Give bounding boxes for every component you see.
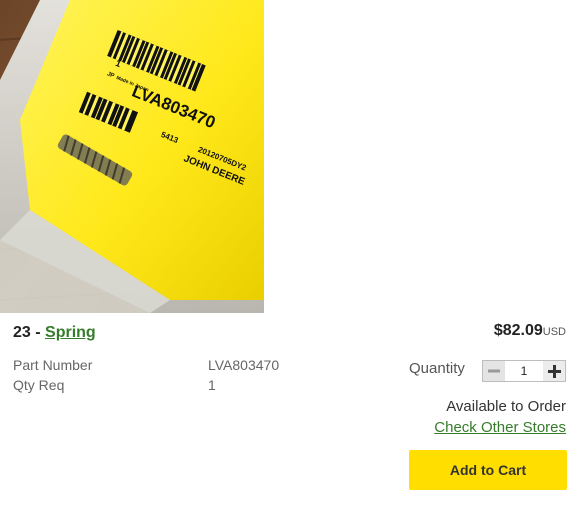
spec-label: Qty Req bbox=[13, 377, 65, 393]
spec-value: LVA803470 bbox=[208, 357, 280, 373]
plus-icon bbox=[547, 364, 561, 378]
check-other-stores-link[interactable]: Check Other Stores bbox=[434, 419, 566, 436]
increase-quantity-button[interactable] bbox=[543, 361, 565, 381]
price-amount: $82.09 bbox=[493, 322, 543, 339]
spec-value: 1 bbox=[208, 377, 216, 393]
minus-icon bbox=[488, 369, 500, 373]
quantity-stepper bbox=[482, 360, 566, 382]
spec-label: Part Number bbox=[13, 357, 93, 373]
availability-status: Available to Order bbox=[446, 398, 566, 415]
product-image[interactable]: 1 JP Made in Japan LVA803470 5413 201207… bbox=[0, 0, 264, 313]
product-title: 23 - Spring bbox=[13, 324, 96, 342]
quantity-input[interactable] bbox=[505, 361, 543, 381]
quantity-label: Quantity bbox=[409, 360, 465, 377]
item-number: 23 bbox=[13, 324, 31, 341]
title-separator: - bbox=[35, 324, 41, 341]
decrease-quantity-button[interactable] bbox=[483, 361, 505, 381]
add-to-cart-button[interactable]: Add to Cart bbox=[409, 450, 567, 490]
price-currency: USD bbox=[542, 326, 566, 338]
product-name-link[interactable]: Spring bbox=[45, 324, 96, 341]
price: $82.09USD bbox=[494, 322, 566, 340]
